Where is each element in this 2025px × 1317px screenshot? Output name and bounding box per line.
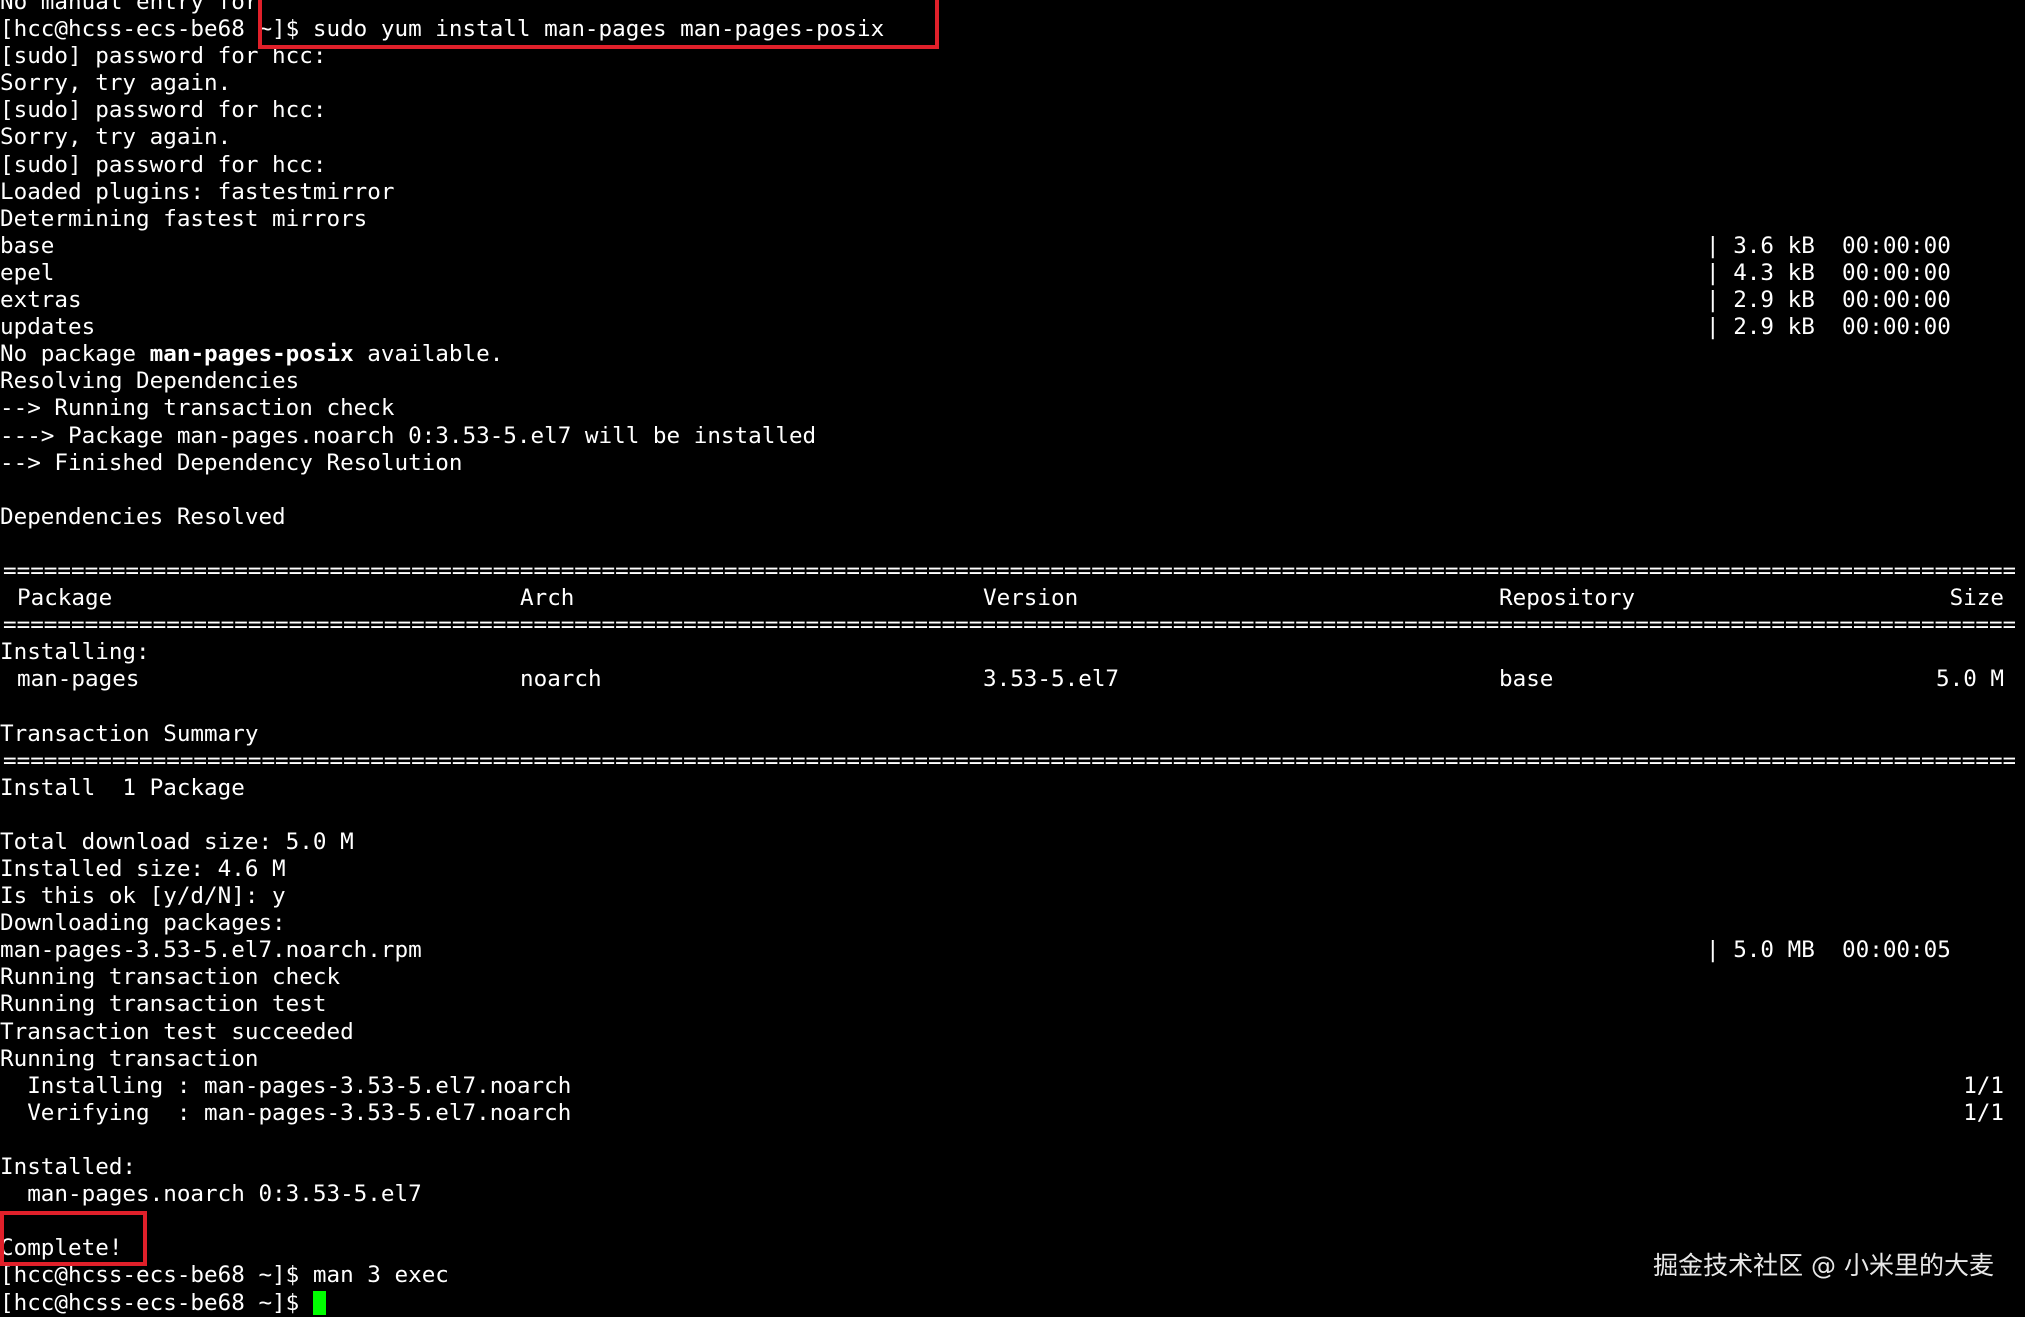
terminal-line: --> Finished Dependency Resolution <box>0 449 463 476</box>
terminal-line: Transaction Summary <box>0 720 259 747</box>
terminal-line: Installed: <box>0 1154 137 1181</box>
cell-repository: base <box>1499 666 1554 693</box>
shell-prompt: [hcc@hcss-ecs-be68 ~]$ <box>0 1289 313 1316</box>
terminal-line: Sorry, try again. <box>0 70 232 97</box>
cell-package: man-pages <box>17 666 140 693</box>
terminal-line: man-pages.noarch 0:3.53-5.el7 <box>0 1181 422 1208</box>
separator-line: ========================================… <box>3 747 2015 774</box>
header-repository: Repository <box>1499 585 1636 612</box>
cell-version: 3.53-5.el7 <box>983 666 1120 693</box>
cell-size: 5.0 M <box>1935 666 2004 693</box>
terminal-line: --> Running transaction check <box>0 395 395 422</box>
repo-line: base | 3.6 kB 00:00:00 <box>0 232 1951 259</box>
complete-highlight-box <box>0 1211 147 1266</box>
repo-line: epel | 4.3 kB 00:00:00 <box>0 259 1951 286</box>
header-size: Size <box>1949 585 2004 612</box>
terminal-line: Verifying : man-pages-3.53-5.el7.noarch 1… <box>0 1099 2004 1126</box>
terminal-line: Downloading packages: <box>0 910 286 937</box>
terminal-line: [sudo] password for hcc: <box>0 151 327 178</box>
watermark-text: 掘金技术社区 @ 小米里的大麦 <box>1653 1251 1994 1280</box>
separator-line: ========================================… <box>3 612 2015 639</box>
table-header-row: Package Arch Version Repository Size <box>0 585 2025 612</box>
cursor-block[interactable] <box>312 1290 326 1315</box>
shell-prompt: [hcc@hcss-ecs-be68 ~]$ <box>0 1262 313 1289</box>
terminal-line: Running transaction check <box>0 964 341 991</box>
terminal-line: Installing : man-pages-3.53-5.el7.noarch… <box>0 1072 2004 1099</box>
table-row: man-pages noarch 3.53-5.el7 base 5.0 M <box>0 666 2025 693</box>
terminal-line: Resolving Dependencies <box>0 368 300 395</box>
header-version: Version <box>983 585 1079 612</box>
terminal-line: No package man-pages-posix available. <box>0 341 504 368</box>
terminal-line: man-pages-3.53-5.el7.noarch.rpm | 5.0 MB … <box>0 937 1951 964</box>
repo-line: updates | 2.9 kB 00:00:00 <box>0 314 1951 341</box>
terminal-line: Is this ok [y/d/N]: y <box>0 883 286 910</box>
terminal-line: Installed size: 4.6 M <box>0 856 286 882</box>
terminal-line: Dependencies Resolved <box>0 503 286 530</box>
separator-line: ========================================… <box>3 557 2015 584</box>
command-highlight-box <box>258 0 939 49</box>
terminal-line: Running transaction <box>0 1045 259 1072</box>
terminal-line: Running transaction test <box>0 991 327 1018</box>
terminal-line: Installing: <box>0 639 150 666</box>
terminal-line: Determining fastest mirrors <box>0 205 368 232</box>
terminal-output[interactable]: No manual entry for [hcc@hcss-ecs-be68 ~… <box>0 0 2025 1317</box>
repo-line: extras | 2.9 kB 00:00:00 <box>0 287 1951 314</box>
terminal-line[interactable]: [hcc@hcss-ecs-be68 ~]$ <box>0 1290 2025 1317</box>
terminal-line: Transaction test succeeded <box>0 1018 354 1045</box>
terminal-line: Total download size: 5.0 M <box>0 828 354 855</box>
terminal-line: [sudo] password for hcc: <box>0 97 327 124</box>
terminal-line: Install 1 Package <box>0 774 245 801</box>
cell-arch: noarch <box>520 666 602 693</box>
terminal-line: ---> Package man-pages.noarch 0:3.53-5.e… <box>0 422 817 449</box>
terminal-line: Sorry, try again. <box>0 124 232 151</box>
header-package: Package <box>17 585 113 612</box>
terminal-line: Loaded plugins: fastestmirror <box>0 178 395 205</box>
header-arch: Arch <box>520 585 575 612</box>
command-text: man 3 exec <box>312 1262 449 1289</box>
